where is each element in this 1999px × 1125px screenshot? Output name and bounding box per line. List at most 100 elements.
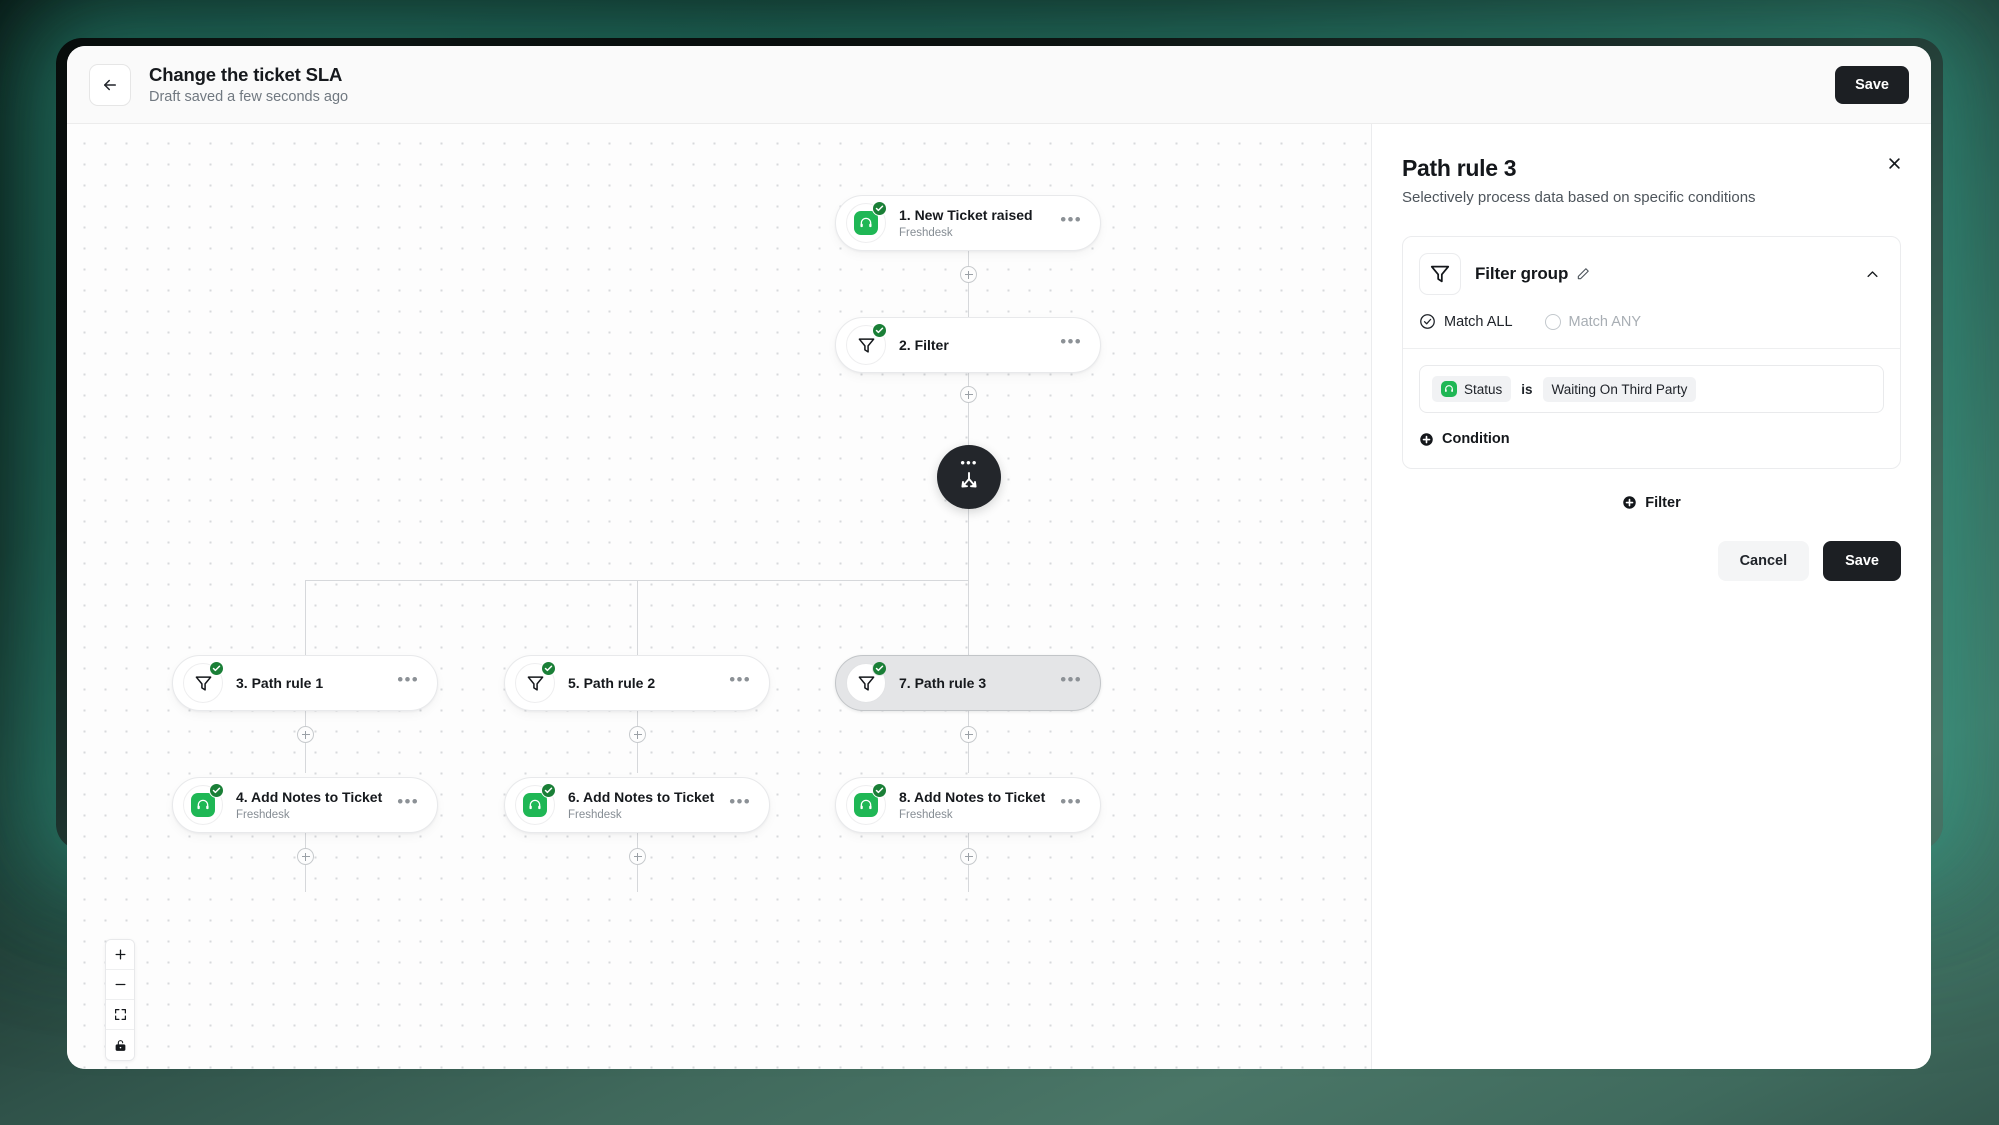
node-text-block: 7. Path rule 3: [899, 675, 1060, 692]
check-glyph: [875, 665, 884, 672]
match-mode-row: Match ALL Match ANY: [1403, 309, 1900, 349]
workflow-node-4-add-notes-to-ticket[interactable]: 4. Add Notes to Ticket Freshdesk •••: [172, 777, 438, 833]
headset-glyph: [197, 799, 209, 810]
node-text-block: 2. Filter: [899, 337, 1060, 354]
filter-icon: [195, 675, 211, 691]
condition-field-chip[interactable]: Status: [1432, 376, 1512, 402]
panel-close-button[interactable]: [1881, 150, 1907, 176]
cancel-button[interactable]: Cancel: [1717, 540, 1810, 581]
add-condition-button[interactable]: Condition: [1419, 431, 1510, 447]
headset-glyph: [860, 217, 872, 228]
node-subtitle: Freshdesk: [568, 808, 622, 821]
body-split: 1. New Ticket raised Freshdesk ••• 2. Fi…: [67, 124, 1931, 1069]
add-step-button-col2-a[interactable]: [629, 726, 646, 743]
filter-group-header: Filter group: [1403, 237, 1900, 309]
header-save-button[interactable]: Save: [1835, 65, 1909, 104]
add-filter-row: Filter: [1402, 495, 1901, 511]
zoom-in-icon: [115, 949, 125, 960]
back-button[interactable]: [89, 63, 131, 106]
check-glyph: [544, 787, 553, 794]
node-text-block: 8. Add Notes to Ticket Freshdesk: [899, 789, 1060, 822]
match-all-option[interactable]: Match ALL: [1419, 313, 1513, 330]
filter-icon: [858, 675, 874, 691]
headset-glyph: [529, 799, 541, 810]
add-step-button-col3-a[interactable]: [960, 726, 977, 743]
node-text-block: 6. Add Notes to Ticket Freshdesk: [568, 789, 729, 822]
branch-more-menu[interactable]: •••: [960, 456, 977, 469]
status-check-icon: [209, 661, 224, 676]
filter-icon: [858, 337, 874, 353]
check-glyph: [875, 205, 884, 212]
node-more-menu[interactable]: •••: [1060, 671, 1082, 690]
node-more-menu[interactable]: •••: [397, 671, 419, 690]
status-check-icon: [209, 783, 224, 798]
fit-to-screen-icon: [114, 1009, 126, 1020]
add-step-button-col1-b[interactable]: [297, 848, 314, 865]
add-step-button-col3-b[interactable]: [960, 848, 977, 865]
condition-operator[interactable]: is: [1521, 382, 1532, 397]
node-title: 1. New Ticket raised: [899, 206, 1033, 223]
draft-status: Draft saved a few seconds ago: [149, 88, 349, 105]
panel-title: Path rule 3: [1402, 155, 1517, 181]
workflow-node-3-path-rule-1[interactable]: 3. Path rule 1 •••: [172, 655, 438, 711]
app-header: Change the ticket SLA Draft saved a few …: [67, 46, 1931, 124]
node-more-menu[interactable]: •••: [729, 793, 751, 812]
branch-split-icon: [961, 472, 977, 488]
node-text-block: 4. Add Notes to Ticket Freshdesk: [236, 789, 397, 822]
check-glyph: [212, 787, 221, 794]
plus-circle-icon: [1420, 432, 1433, 446]
node-more-menu[interactable]: •••: [1060, 793, 1082, 812]
canvas-zoom-controls: [105, 939, 135, 1061]
add-step-button-col1-a[interactable]: [297, 726, 314, 743]
app-window: Change the ticket SLA Draft saved a few …: [67, 46, 1931, 1069]
match-all-label: Match ALL: [1444, 313, 1513, 330]
status-check-icon: [872, 323, 887, 338]
zoom-in-button[interactable]: [106, 940, 134, 970]
panel-subtitle: Selectively process data based on specif…: [1402, 189, 1756, 206]
add-step-button-col2-b[interactable]: [629, 848, 646, 865]
node-more-menu[interactable]: •••: [729, 671, 751, 690]
condition-field-label: Status: [1464, 381, 1503, 397]
filter-group-rename-button[interactable]: [1576, 267, 1590, 281]
check-glyph: [544, 665, 553, 672]
branch-split-node[interactable]: •••: [937, 445, 1001, 509]
add-step-button-2[interactable]: [960, 386, 977, 403]
arrow-left-icon: [104, 79, 116, 90]
headset-glyph: [860, 799, 872, 810]
workflow-node-5-path-rule-2[interactable]: 5. Path rule 2 •••: [504, 655, 770, 711]
fit-to-screen-button[interactable]: [106, 1000, 134, 1030]
workflow-node-1-new-ticket-raised[interactable]: 1. New Ticket raised Freshdesk •••: [835, 195, 1101, 251]
workflow-node-8-add-notes-to-ticket[interactable]: 8. Add Notes to Ticket Freshdesk •••: [835, 777, 1101, 833]
zoom-out-icon: [115, 983, 125, 986]
add-step-button-1[interactable]: [960, 266, 977, 283]
connector-trunk-2: [968, 373, 970, 445]
workflow-node-7-path-rule-3[interactable]: 7. Path rule 3 •••: [835, 655, 1101, 711]
connector-drop-3: [968, 580, 970, 655]
lock-icon: [115, 1039, 125, 1051]
lock-canvas-button[interactable]: [106, 1030, 134, 1060]
node-more-menu[interactable]: •••: [397, 793, 419, 812]
workflow-node-2-filter[interactable]: 2. Filter •••: [835, 317, 1101, 373]
workflow-canvas[interactable]: 1. New Ticket raised Freshdesk ••• 2. Fi…: [67, 124, 1371, 1069]
condition-row[interactable]: Status is Waiting On Third Party: [1419, 365, 1884, 413]
node-text-block: 3. Path rule 1: [236, 675, 397, 692]
node-more-menu[interactable]: •••: [1060, 333, 1082, 352]
workflow-node-6-add-notes-to-ticket[interactable]: 6. Add Notes to Ticket Freshdesk •••: [504, 777, 770, 833]
panel-save-button[interactable]: Save: [1823, 540, 1901, 581]
match-any-option[interactable]: Match ANY: [1544, 313, 1642, 330]
connector-trunk-3: [968, 509, 970, 581]
zoom-out-button[interactable]: [106, 970, 134, 1000]
node-icon-wrapper: [846, 323, 887, 365]
filter-icon: [527, 675, 543, 691]
node-title: 2. Filter: [899, 336, 949, 353]
node-icon-wrapper: [846, 661, 887, 703]
add-filter-button[interactable]: Filter: [1622, 495, 1681, 511]
check-glyph: [212, 665, 221, 672]
condition-value-chip[interactable]: Waiting On Third Party: [1542, 376, 1697, 402]
conditions-area: Status is Waiting On Third Party Conditi…: [1403, 349, 1900, 468]
node-more-menu[interactable]: •••: [1060, 211, 1082, 230]
node-text-block: 5. Path rule 2: [568, 675, 729, 692]
check-glyph: [875, 787, 884, 794]
match-any-label: Match ANY: [1568, 313, 1642, 330]
filter-group-collapse-button[interactable]: [1861, 263, 1884, 286]
